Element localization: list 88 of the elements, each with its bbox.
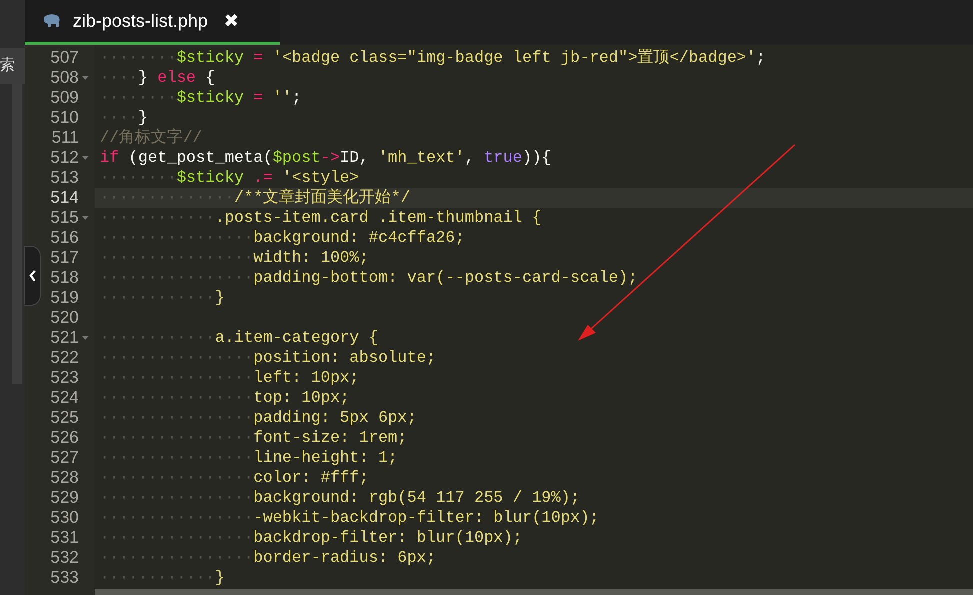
indent-dots: ················ [100,268,254,289]
code-line: background: rgb(54 117 255 / 19%); [254,488,580,509]
tab-title: zib-posts-list.php [73,10,208,33]
line-number: 530 [50,507,79,530]
line-number: 523 [50,367,79,390]
line-number: 513 [50,167,79,190]
indent-dots: ················ [100,488,254,509]
code-line: backdrop-filter: blur(10px); [254,528,522,549]
line-number: 508 [50,67,79,90]
indent-dots: ················ [100,228,254,249]
indent-dots: ···· [100,68,138,89]
line-number: 514 [50,187,79,210]
code-line: } [215,288,225,309]
code-line: line-height: 1; [254,448,398,469]
line-number: 512 [50,147,79,170]
code-line: background: #c4cffa26; [254,228,465,249]
code-line: //角标文字// [100,128,202,149]
line-number: 519 [50,287,79,310]
indent-dots: ········ [100,168,177,189]
line-number: 518 [50,267,79,290]
line-number: 525 [50,407,79,430]
indent-dots: ················ [100,368,254,389]
indent-dots: ·············· [100,188,234,209]
line-number: 526 [50,427,79,450]
line-number: 511 [52,127,79,150]
indent-dots: ················ [100,448,254,469]
indent-dots: ········ [100,48,177,69]
file-tab[interactable]: zib-posts-list.php ✖ [25,0,280,45]
code-line: -webkit-backdrop-filter: blur(10px); [254,508,600,529]
code-line: a.item-category { [215,328,378,349]
line-number: 516 [50,227,79,250]
indent-dots: ················ [100,508,254,529]
code-line: border-radius: 6px; [254,548,436,569]
elephant-icon [43,14,61,28]
line-number: 533 [50,567,79,590]
indent-dots: ················ [100,408,254,429]
close-button[interactable]: ✖ [224,8,240,34]
line-number: 509 [50,87,79,110]
code-line: top: 10px; [254,388,350,409]
indent-dots: ············ [100,208,216,229]
code-line: width: 100%; [254,248,369,269]
line-number: 524 [50,387,79,410]
line-number: 521 [50,327,79,350]
line-number: 531 [50,527,79,550]
code-line: } else { [138,68,216,89]
indent-dots: ················ [100,548,254,569]
code-line: font-size: 1rem; [254,428,408,449]
collapse-handle[interactable] [24,246,41,306]
line-number: 510 [50,107,79,130]
indent-dots: ················ [100,348,254,369]
line-number: 529 [50,487,79,510]
code-line: $sticky .= '<style> [176,168,360,188]
code-line: color: #fff; [254,468,369,489]
line-number: 522 [50,347,79,370]
indent-dots: ············ [100,288,216,309]
line-number: 515 [50,207,79,230]
indent-dots: ···· [100,108,138,129]
code-line: left: 10px; [254,368,360,389]
line-number: 527 [50,447,79,470]
code-line: position: absolute; [254,348,436,369]
code-line: if (get_post_meta($post->ID, 'mh_text', true)){ [100,148,552,169]
indent-dots: ················ [100,428,254,449]
indent-dots: ············ [100,568,216,589]
line-number: 507 [50,47,79,70]
code-line: .posts-item.card .item-thumbnail { [215,208,542,229]
fold-marker-icon[interactable] [82,156,89,160]
indent-dots: ········ [100,88,177,109]
line-number: 517 [50,247,79,270]
fold-marker-icon[interactable] [82,76,89,80]
line-number: 532 [50,547,79,570]
code-line: /**文章封面美化开始*/ [234,188,410,209]
fold-marker-icon[interactable] [82,216,89,220]
indent-dots: ················ [100,468,254,489]
indent-dots: ················ [100,248,254,269]
indent-dots: ················ [100,528,254,549]
indent-dots: ················ [100,388,254,409]
chevron-left-icon [28,270,36,282]
fold-marker-icon[interactable] [82,336,89,340]
line-number: 528 [50,467,79,490]
indent-dots: ············ [100,328,216,349]
code-line: } [215,568,225,589]
side-panel-label[interactable]: 索 [0,48,25,84]
line-number: 520 [50,307,79,330]
code-line: $sticky = ''; [176,88,302,109]
code-line: padding: 5px 6px; [254,408,417,429]
code-line: padding-bottom: var(--posts-card-scale); [254,268,638,289]
code-line: } [138,108,148,129]
code-line: $sticky = '<badge class="img-badge left jb-red">置顶</badge>'; [176,48,766,69]
